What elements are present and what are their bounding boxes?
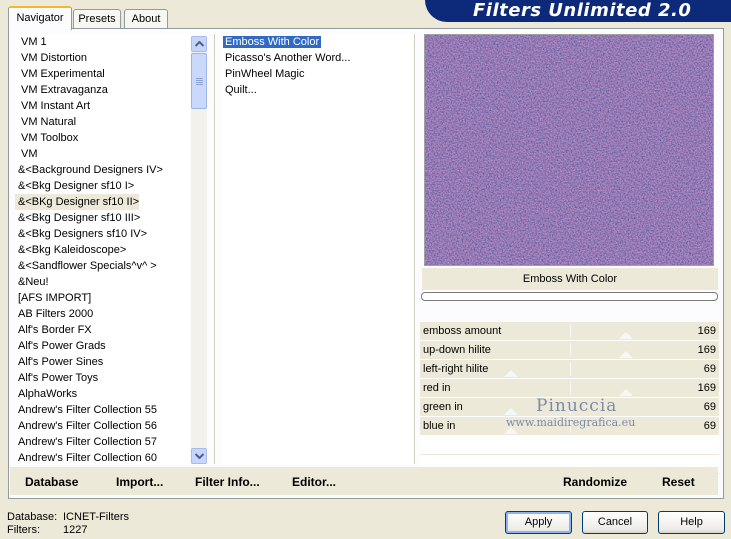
database-button[interactable]: Database <box>25 475 78 489</box>
category-item[interactable]: &<Background Designers IV> <box>15 162 190 178</box>
filter-item[interactable]: Emboss With Color <box>222 34 412 50</box>
filter-item[interactable]: Quilt... <box>222 82 412 98</box>
parameter-value: 169 <box>697 382 716 394</box>
category-item[interactable]: Alf's Power Sines <box>15 354 190 370</box>
slider-center-tick <box>570 343 571 357</box>
empty-parameter-row <box>420 436 719 455</box>
scroll-down-button[interactable] <box>191 448 207 464</box>
filters-count-label: Filters: <box>7 524 40 536</box>
parameter-label: red in <box>423 382 451 394</box>
category-item[interactable]: Andrew's Filter Collection 56 <box>15 418 190 434</box>
chevron-down-icon <box>195 453 204 459</box>
category-item[interactable]: [AFS IMPORT] <box>15 290 190 306</box>
category-item[interactable]: AlphaWorks <box>15 386 190 402</box>
watermark-url: www.maidiregrafica.eu <box>506 416 636 429</box>
parameter-value: 169 <box>697 344 716 356</box>
filter-item-label: Picasso's Another Word... <box>225 52 351 64</box>
category-item[interactable]: &Neu! <box>15 274 190 290</box>
divider <box>214 34 215 464</box>
slider-handle[interactable] <box>619 351 633 358</box>
app-title: Filters Unlimited 2.0 <box>473 0 692 21</box>
tab-about[interactable]: About <box>124 9 168 28</box>
slider-center-tick <box>570 324 571 338</box>
chevron-up-icon <box>195 41 204 47</box>
parameter-label: green in <box>423 401 463 413</box>
category-item[interactable]: VM Experimental <box>15 66 190 82</box>
tab-navigator[interactable]: Navigator <box>8 6 72 30</box>
preview-filter-name: Emboss With Color <box>422 268 718 290</box>
filter-item-label: PinWheel Magic <box>225 68 305 80</box>
parameter-value: 69 <box>703 401 716 413</box>
category-item[interactable]: VM Extravaganza <box>15 82 190 98</box>
database-value: ICNET-Filters <box>63 511 129 523</box>
randomize-button[interactable]: Randomize <box>563 475 627 489</box>
reset-button[interactable]: Reset <box>662 475 695 489</box>
category-item[interactable]: VM Toolbox <box>15 130 190 146</box>
tab-presets[interactable]: Presets <box>73 9 121 28</box>
filter-info-button[interactable]: Filter Info... <box>195 475 260 489</box>
scroll-thumb[interactable] <box>191 53 207 109</box>
header-banner: Filters Unlimited 2.0 <box>425 0 731 22</box>
parameter-label: emboss amount <box>423 325 502 337</box>
category-item[interactable]: &<Sandflower Specials^v^ > <box>15 258 190 274</box>
category-item[interactable]: VM Natural <box>15 114 190 130</box>
parameter-value: 169 <box>697 325 716 337</box>
cancel-button[interactable]: Cancel <box>582 511 648 534</box>
parameter-label: up-down hilite <box>423 344 491 356</box>
category-item[interactable]: Alf's Border FX <box>15 322 190 338</box>
slider-handle[interactable] <box>504 408 518 415</box>
category-item[interactable]: &<Bkg Designer sf10 I> <box>15 178 190 194</box>
category-item[interactable]: Andrew's Filter Collection 60 <box>15 450 190 464</box>
slider-center-tick <box>570 381 571 395</box>
import-button[interactable]: Import... <box>116 475 163 489</box>
slider-handle[interactable] <box>504 370 518 377</box>
database-label: Database: <box>7 511 58 523</box>
slider-center-tick <box>570 362 571 376</box>
category-scrollbar[interactable] <box>191 36 207 464</box>
parameter-slider[interactable]: up-down hilite 169 <box>420 341 719 360</box>
category-item[interactable]: Alf's Power Grads <box>15 338 190 354</box>
category-item[interactable]: VM 1 <box>15 34 190 50</box>
category-item[interactable]: &<Bkg Kaleidoscope> <box>15 242 190 258</box>
category-item[interactable]: Alf's Power Toys <box>15 370 190 386</box>
category-item[interactable]: &<Bkg Designer sf10 III> <box>15 210 190 226</box>
editor-button[interactable]: Editor... <box>292 475 336 489</box>
preview-image <box>424 34 714 266</box>
category-item[interactable]: VM <box>15 146 190 162</box>
category-item[interactable]: VM Instant Art <box>15 98 190 114</box>
filter-item-label: Quilt... <box>225 84 257 96</box>
filter-item[interactable]: Picasso's Another Word... <box>222 50 412 66</box>
scroll-up-button[interactable] <box>191 36 207 52</box>
parameter-value: 69 <box>703 420 716 432</box>
watermark-name: Pinuccia <box>536 396 618 416</box>
slider-handle[interactable] <box>619 389 633 396</box>
category-item[interactable]: VM Distortion <box>15 50 190 66</box>
progress-bar <box>421 292 718 301</box>
parameter-value: 69 <box>703 363 716 375</box>
category-item[interactable]: Andrew's Filter Collection 57 <box>15 434 190 450</box>
parameter-slider[interactable]: emboss amount 169 <box>420 322 719 341</box>
divider <box>414 34 415 464</box>
parameter-label: blue in <box>423 420 456 432</box>
category-item[interactable]: &<BKg Designer sf10 II> <box>15 194 139 210</box>
help-button[interactable]: Help <box>658 511 725 534</box>
parameter-label: left-right hilite <box>423 363 489 375</box>
category-item[interactable]: AB Filters 2000 <box>15 306 190 322</box>
parameter-slider[interactable]: left-right hilite 69 <box>420 360 719 379</box>
category-item[interactable]: &<Bkg Designers sf10 IV> <box>15 226 190 242</box>
filter-list[interactable]: Emboss With Color Picasso's Another Word.… <box>222 34 412 464</box>
filter-item[interactable]: PinWheel Magic <box>222 66 412 82</box>
apply-button[interactable]: Apply <box>505 511 572 534</box>
filter-item-label: Emboss With Color <box>223 36 322 48</box>
filters-count-value: 1227 <box>63 524 88 536</box>
category-item[interactable]: Andrew's Filter Collection 55 <box>15 402 190 418</box>
category-list[interactable]: VM 1 VM Distortion VM Experimental VM Extra… <box>15 34 190 464</box>
slider-handle[interactable] <box>619 332 633 339</box>
